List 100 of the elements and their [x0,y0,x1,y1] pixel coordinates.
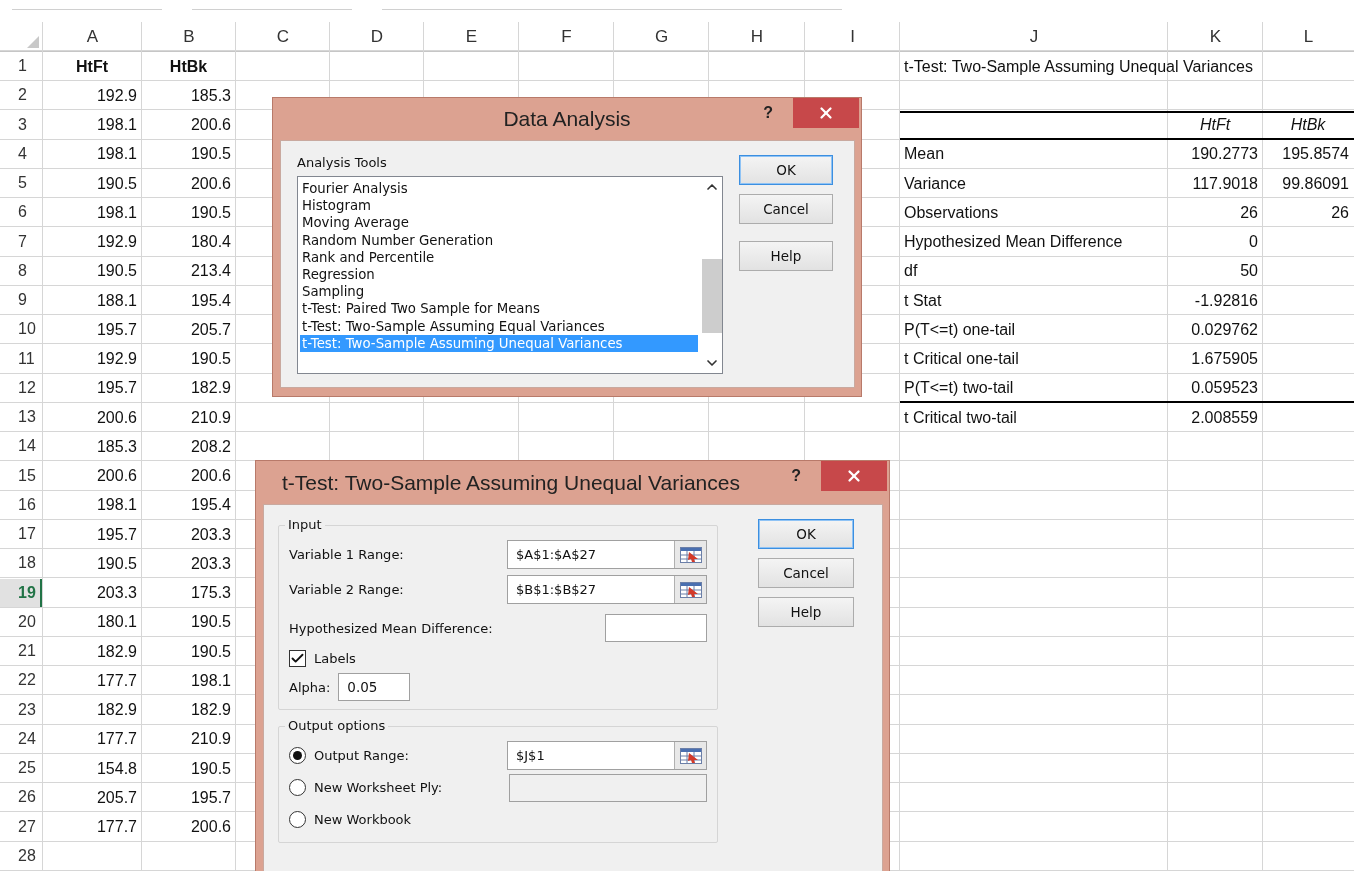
column-header[interactable]: I [805,22,900,52]
table-cell-text: 190.2773 [1190,144,1259,165]
table-cell-text: 182.9 [95,641,138,662]
input-field[interactable]: $A$1:$A$27 [507,540,707,569]
row-header[interactable]: 26 [0,783,42,812]
row-header[interactable]: 21 [0,637,42,666]
dialog-title: t-Test: Two-Sample Assuming Unequal Variances [282,470,740,495]
table-cell-text: 210.9 [189,407,232,428]
scrollbar-thumb[interactable] [702,259,722,333]
row-header[interactable]: 9 [0,286,42,315]
row-header[interactable]: 6 [0,198,42,227]
column-header[interactable]: B [142,22,236,52]
list-item[interactable]: Rank and Percentile [300,248,698,266]
dialog-button[interactable]: OK [739,155,833,185]
dialog-button[interactable]: Cancel [758,558,854,588]
row-header[interactable]: 27 [0,812,42,841]
radio-label: New Worksheet Ply: [314,780,443,795]
column-header[interactable]: D [330,22,424,52]
dialog-button[interactable]: OK [758,519,854,549]
input-field[interactable]: $J$1 [507,741,707,770]
row-header[interactable]: 10 [0,315,42,344]
row-header[interactable]: 22 [0,666,42,695]
row-header[interactable]: 4 [0,139,42,168]
table-cell-text: HtBk [168,56,209,77]
column-header[interactable]: J [900,22,1168,52]
column-header[interactable]: G [614,22,709,52]
list-box[interactable] [297,176,723,374]
row-header[interactable]: 23 [0,695,42,724]
list-item[interactable]: Random Number Generation [300,231,698,249]
list-item[interactable]: Fourier Analysis [300,180,698,198]
table-cell-text: HtFt [75,56,109,77]
list-item[interactable]: Moving Average [300,214,698,232]
table-cell-text: Variance [903,173,967,194]
table-cell-text: 177.7 [95,729,138,750]
range-picker-button[interactable] [674,576,706,603]
table-cell-text: 1.675905 [1190,349,1259,370]
row-header[interactable]: 19 [0,578,42,607]
radio-label: Output Range: [314,748,409,763]
input-field[interactable] [605,614,707,642]
column-header[interactable]: K [1168,22,1263,52]
table-cell-text: 188.1 [95,290,138,311]
list-item[interactable]: Histogram [300,197,698,215]
row-header[interactable]: 24 [0,724,42,753]
row-header[interactable]: 18 [0,549,42,578]
column-header[interactable]: A [43,22,142,52]
input-field[interactable]: $B$1:$B$27 [507,575,707,604]
row-header[interactable]: 28 [0,841,42,870]
row-header[interactable]: 14 [0,432,42,461]
table-cell-text: 195.4 [189,290,232,311]
list-item[interactable]: Regression [300,265,698,284]
table-cell-text: df [903,261,919,282]
row-header[interactable]: 3 [0,110,42,139]
column-header[interactable]: F [519,22,614,52]
list-item[interactable]: Sampling [300,283,698,301]
group-legend: Input [285,517,325,532]
table-cell-text: 200.6 [189,817,232,838]
range-picker-button[interactable] [674,541,706,568]
table-cell-text: 190.5 [95,173,138,194]
table-cell-text: 190.5 [189,612,232,633]
row-header[interactable]: 2 [0,81,42,110]
close-icon [817,104,835,122]
close-button[interactable] [793,98,859,128]
row-header[interactable]: 12 [0,373,42,402]
radio-button[interactable] [289,747,306,764]
row-header[interactable]: 11 [0,344,42,373]
table-cell-text: 195.7 [95,378,138,399]
row-header[interactable]: 17 [0,520,42,549]
dialog-button[interactable]: Help [758,597,854,627]
list-item[interactable]: t-Test: Two-Sample Assuming Equal Variances [300,317,698,335]
column-header[interactable]: H [709,22,805,52]
dialog-button[interactable]: Cancel [739,194,833,224]
table-cell-text: 200.6 [189,115,232,136]
column-header[interactable]: C [236,22,330,52]
table-cell-text: 205.7 [95,787,138,808]
table-cell-text: 154.8 [95,758,138,779]
checkbox-label: Labels [314,651,356,666]
radio-button[interactable] [289,811,306,828]
dialog-button[interactable]: Help [739,241,833,271]
table-cell-text: P(T<=t) one-tail [903,319,1017,340]
row-header[interactable]: 20 [0,607,42,636]
row-header[interactable]: 7 [0,227,42,256]
row-header[interactable]: 5 [0,169,42,198]
help-button[interactable]: ? [787,465,805,487]
row-header[interactable]: 15 [0,461,42,490]
column-header[interactable]: L [1263,22,1354,52]
row-header[interactable]: 1 [0,52,42,81]
range-picker-button[interactable] [674,742,706,769]
table-cell-text: 200.6 [189,173,232,194]
checkbox[interactable] [289,650,306,667]
list-item[interactable]: t-Test: Paired Two Sample for Means [300,300,698,318]
input-field[interactable]: 0.05 [338,673,411,701]
table-cell-text: 180.1 [95,612,138,633]
close-button[interactable] [821,461,887,491]
help-button[interactable]: ? [759,102,777,124]
row-header[interactable]: 25 [0,754,42,783]
row-header[interactable]: 8 [0,256,42,285]
row-header[interactable]: 16 [0,490,42,519]
row-header[interactable]: 13 [0,403,42,432]
table-cell-text: 195.8574 [1281,144,1350,165]
column-header[interactable]: E [424,22,519,52]
